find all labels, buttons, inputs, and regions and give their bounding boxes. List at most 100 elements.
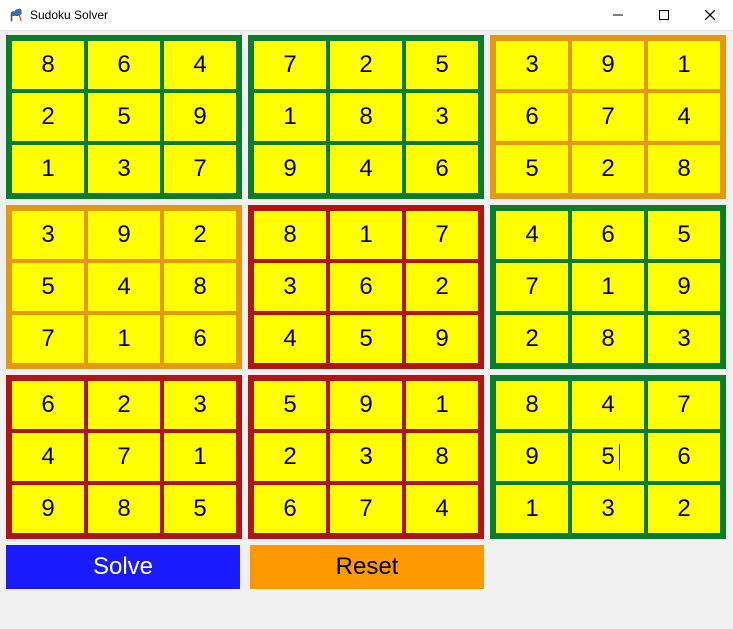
cell-1-6[interactable]: 9 [252,143,328,195]
cell-0-0[interactable]: 8 [10,39,86,91]
cell-0-8[interactable]: 7 [162,143,238,195]
cell-7-1[interactable]: 9 [328,379,404,431]
cell-2-5[interactable]: 4 [646,91,722,143]
cell-3-6[interactable]: 7 [10,313,86,365]
cell-3-1[interactable]: 9 [86,209,162,261]
cell-3-2[interactable]: 2 [162,209,238,261]
close-button[interactable] [687,0,733,30]
subgrid-5: 465 719 283 [490,205,726,369]
cell-2-2[interactable]: 1 [646,39,722,91]
cell-5-5[interactable]: 9 [646,261,722,313]
cell-5-2[interactable]: 5 [646,209,722,261]
cell-0-3[interactable]: 2 [10,91,86,143]
cell-8-8[interactable]: 2 [646,483,722,535]
cell-5-8[interactable]: 3 [646,313,722,365]
cell-3-8[interactable]: 6 [162,313,238,365]
cell-0-5[interactable]: 9 [162,91,238,143]
cell-8-6[interactable]: 1 [494,483,570,535]
cell-4-6[interactable]: 4 [252,313,328,365]
cell-6-3[interactable]: 4 [10,431,86,483]
subgrid-7: 591 238 674 [248,375,484,539]
cell-7-8[interactable]: 4 [404,483,480,535]
cell-0-6[interactable]: 1 [10,143,86,195]
subgrid-2: 391 674 528 [490,35,726,199]
subgrid-3: 392 548 716 [6,205,242,369]
subgrid-6: 623 471 985 [6,375,242,539]
sudoku-board: 8642591377251839463916745283925487168173… [6,35,726,539]
cell-2-7[interactable]: 2 [570,143,646,195]
cell-3-0[interactable]: 3 [10,209,86,261]
cell-6-5[interactable]: 1 [162,431,238,483]
cell-2-6[interactable]: 5 [494,143,570,195]
minimize-button[interactable] [595,0,641,30]
cell-4-5[interactable]: 2 [404,261,480,313]
cell-2-8[interactable]: 8 [646,143,722,195]
cell-8-2[interactable]: 7 [646,379,722,431]
cell-2-3[interactable]: 6 [494,91,570,143]
cell-0-1[interactable]: 6 [86,39,162,91]
cell-3-5[interactable]: 8 [162,261,238,313]
cell-2-0[interactable]: 3 [494,39,570,91]
cell-5-0[interactable]: 4 [494,209,570,261]
cell-7-3[interactable]: 2 [252,431,328,483]
cell-6-2[interactable]: 3 [162,379,238,431]
subgrid-0: 864 259 137 [6,35,242,199]
cell-7-0[interactable]: 5 [252,379,328,431]
cell-1-4[interactable]: 8 [328,91,404,143]
cell-1-8[interactable]: 6 [404,143,480,195]
cell-8-7[interactable]: 3 [570,483,646,535]
subgrid-1: 725 183 946 [248,35,484,199]
cell-1-3[interactable]: 1 [252,91,328,143]
cell-8-5[interactable]: 6 [646,431,722,483]
cell-2-4[interactable]: 7 [570,91,646,143]
cell-7-2[interactable]: 1 [404,379,480,431]
cell-1-1[interactable]: 2 [328,39,404,91]
cell-4-4[interactable]: 6 [328,261,404,313]
cell-6-8[interactable]: 5 [162,483,238,535]
button-row: Solve Reset [6,545,727,589]
cell-0-2[interactable]: 4 [162,39,238,91]
cell-1-2[interactable]: 5 [404,39,480,91]
cell-8-4[interactable]: 5 [570,431,646,483]
subgrid-4: 817 362 459 [248,205,484,369]
cell-1-5[interactable]: 3 [404,91,480,143]
cell-3-3[interactable]: 5 [10,261,86,313]
cell-4-7[interactable]: 5 [328,313,404,365]
cell-0-4[interactable]: 5 [86,91,162,143]
reset-button[interactable]: Reset [250,545,484,589]
maximize-button[interactable] [641,0,687,30]
cell-6-4[interactable]: 7 [86,431,162,483]
cell-3-4[interactable]: 4 [86,261,162,313]
cell-4-2[interactable]: 7 [404,209,480,261]
cell-4-8[interactable]: 9 [404,313,480,365]
solve-button[interactable]: Solve [6,545,240,589]
window-title: Sudoku Solver [30,8,108,22]
cell-5-3[interactable]: 7 [494,261,570,313]
subgrid-8: 847 956 132 [490,375,726,539]
cell-4-1[interactable]: 1 [328,209,404,261]
cell-8-3[interactable]: 9 [494,431,570,483]
titlebar: Sudoku Solver [0,0,733,31]
cell-5-1[interactable]: 6 [570,209,646,261]
cell-0-7[interactable]: 3 [86,143,162,195]
cell-6-0[interactable]: 6 [10,379,86,431]
app-icon [8,7,24,23]
cell-7-6[interactable]: 6 [252,483,328,535]
cell-7-7[interactable]: 7 [328,483,404,535]
cell-1-0[interactable]: 7 [252,39,328,91]
cell-5-7[interactable]: 8 [570,313,646,365]
cell-1-7[interactable]: 4 [328,143,404,195]
cell-5-6[interactable]: 2 [494,313,570,365]
cell-6-7[interactable]: 8 [86,483,162,535]
cell-2-1[interactable]: 9 [570,39,646,91]
cell-6-6[interactable]: 9 [10,483,86,535]
cell-6-1[interactable]: 2 [86,379,162,431]
cell-7-4[interactable]: 3 [328,431,404,483]
cell-8-0[interactable]: 8 [494,379,570,431]
cell-8-1[interactable]: 4 [570,379,646,431]
cell-7-5[interactable]: 8 [404,431,480,483]
cell-3-7[interactable]: 1 [86,313,162,365]
cell-5-4[interactable]: 1 [570,261,646,313]
cell-4-0[interactable]: 8 [252,209,328,261]
cell-4-3[interactable]: 3 [252,261,328,313]
